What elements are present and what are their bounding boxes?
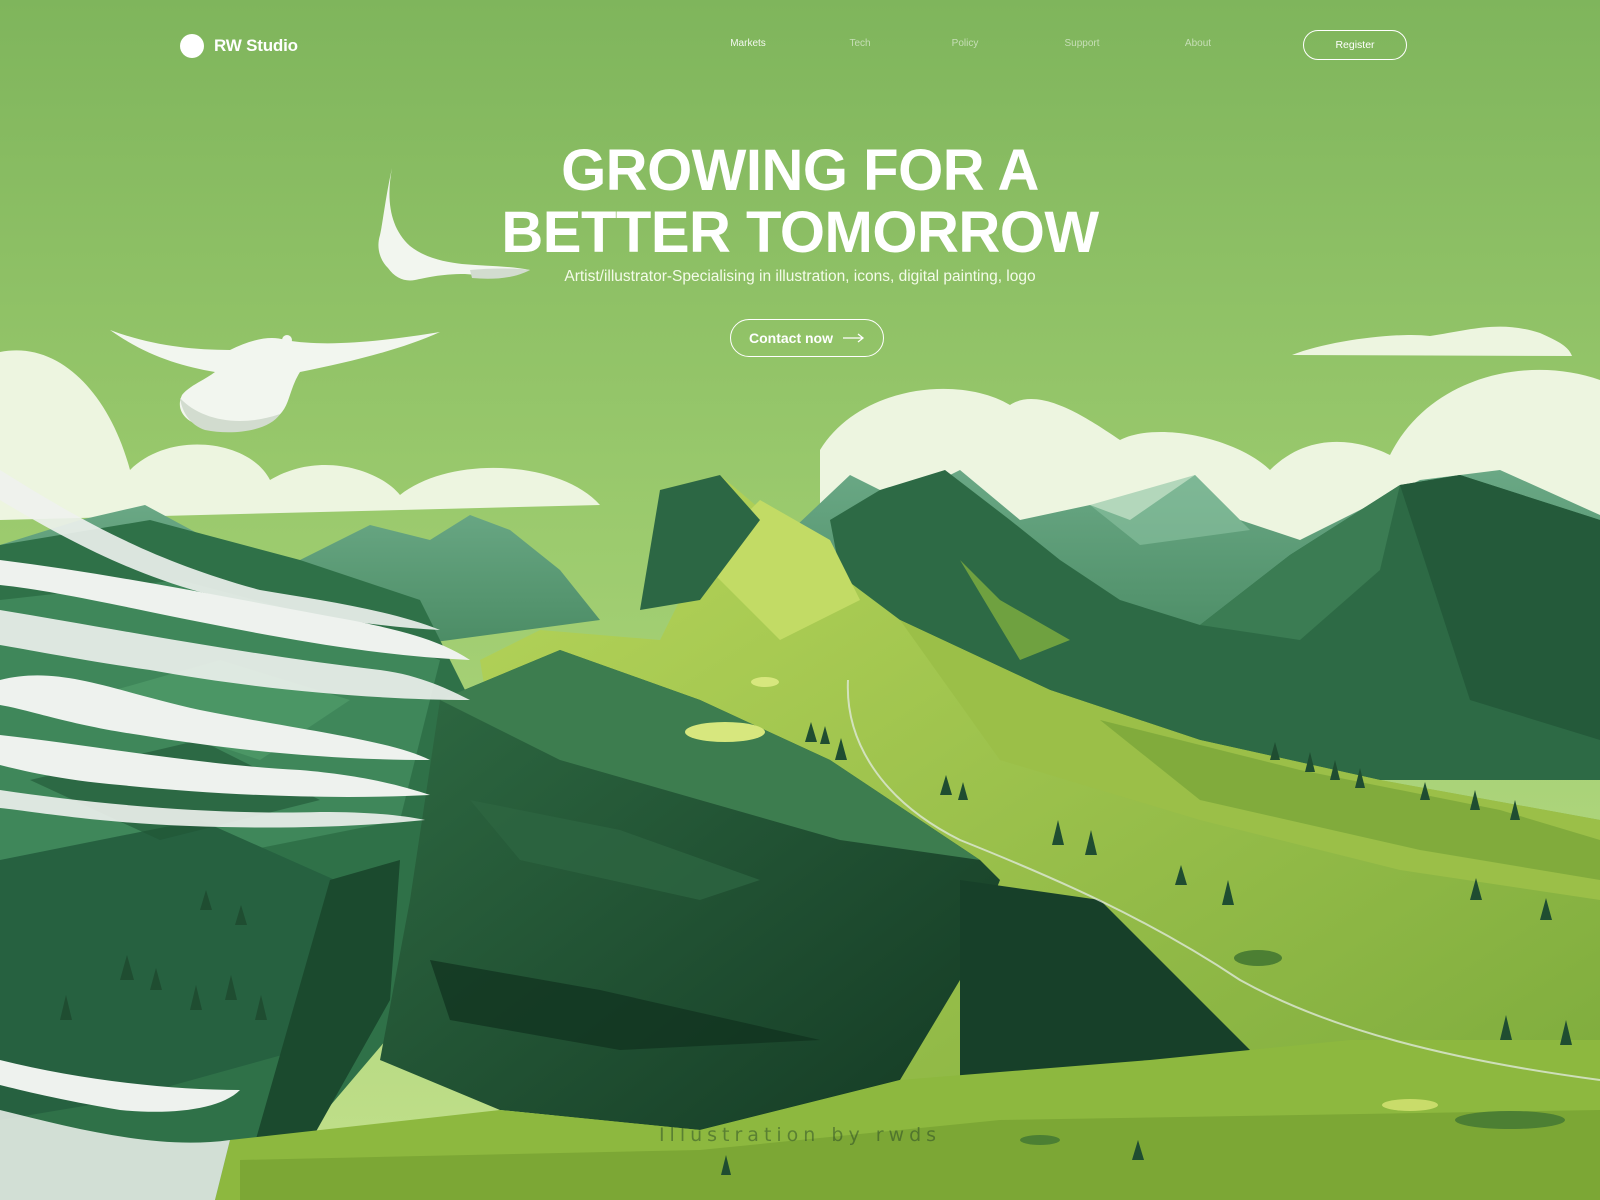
nav-item-support[interactable]: Support <box>1064 38 1099 49</box>
hero-subtitle: Artist/illustrator-Specialising in illus… <box>564 268 1036 285</box>
illustration-credit: Illustration by rwds <box>658 1124 942 1146</box>
contact-now-button[interactable]: Contact now <box>730 319 884 357</box>
register-button[interactable]: Register <box>1303 30 1407 60</box>
nav-item-policy[interactable]: Policy <box>952 38 979 49</box>
nav-item-markets[interactable]: Markets <box>730 38 766 49</box>
nav-item-about[interactable]: About <box>1185 38 1211 49</box>
site-header: RW Studio Markets Tech Policy Support Ab… <box>0 0 1600 92</box>
hero-title-line-1: GROWING FOR A <box>561 138 1039 203</box>
hero-title-line-2: BETTER TOMORROW <box>501 200 1099 265</box>
nav-item-tech[interactable]: Tech <box>849 38 870 49</box>
contact-button-label: Contact now <box>749 330 833 346</box>
hero-title: GROWING FOR A BETTER TOMORROW <box>360 140 1240 264</box>
arrow-right-icon <box>843 333 865 343</box>
